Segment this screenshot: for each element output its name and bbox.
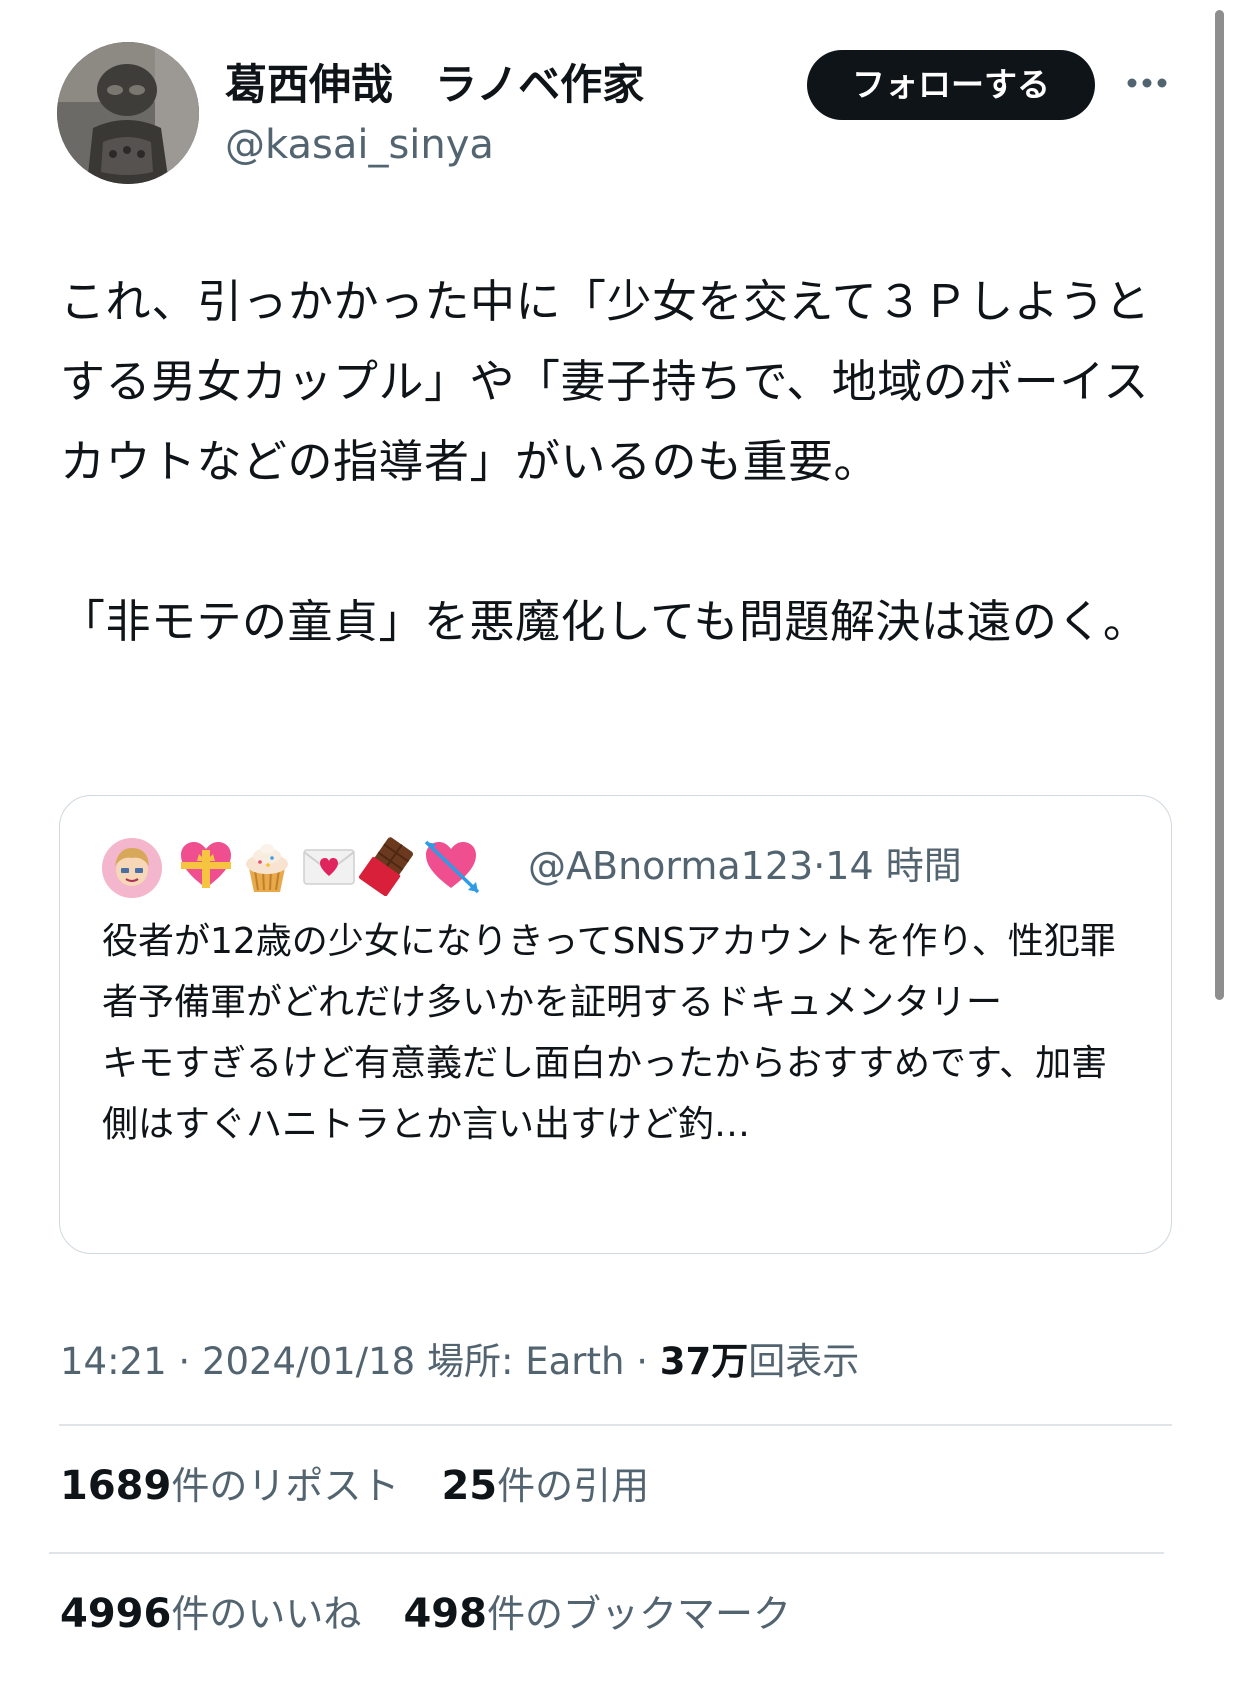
quoted-tweet-card[interactable]: @ABnorma123·14 時間 役者が12歳の少女になりきってSNSアカウン… (59, 795, 1172, 1254)
views-count: 37万 (659, 1340, 749, 1383)
tweet-date[interactable]: 2024/01/18 (202, 1340, 415, 1383)
follow-button[interactable]: フォローする (807, 50, 1095, 120)
heart-with-arrow-icon (424, 840, 480, 894)
likes-link[interactable]: 4996件のいいね (60, 1591, 362, 1637)
tweet-metadata: 14:21 · 2024/01/18 場所: Earth · 37万回表示 (60, 1332, 859, 1392)
quoted-tweet-text: 役者が12歳の少女になりきってSNSアカウントを作り、性犯罪者予備軍がどれだけ多… (102, 921, 1116, 1145)
quotes-count: 25 (441, 1463, 498, 1509)
quoted-author-handle[interactable]: @ABnorma123 (528, 844, 813, 888)
views-label: 回表示 (748, 1340, 860, 1383)
quoted-tweet-time[interactable]: 14 時間 (825, 844, 961, 888)
author-handle[interactable]: @kasai_sinya (225, 115, 494, 175)
more-horizontal-icon (1127, 78, 1167, 88)
tweet-text: これ、引っかかった中に「少女を交えて３Ｐしようとする男女カップル」や「妻子持ちで… (60, 275, 1151, 648)
engagement-stats-row: 4996件のいいね 498件のブックマーク (60, 1584, 821, 1644)
reposts-label: 件のリポスト (171, 1464, 400, 1508)
likes-count: 4996 (60, 1591, 172, 1637)
divider (49, 1552, 1164, 1554)
profile-photo-statue (57, 42, 199, 184)
quoted-author-meta: @ABnorma123·14 時間 (528, 836, 962, 896)
more-button[interactable] (1122, 63, 1172, 103)
avatar-icon (102, 838, 162, 898)
love-letter-icon (303, 849, 355, 885)
reposts-link[interactable]: 1689件のリポスト (60, 1463, 400, 1509)
meta-separator: · (813, 844, 826, 888)
bookmarks-count: 498 (403, 1591, 487, 1637)
likes-label: 件のいいね (171, 1592, 362, 1636)
quoted-author-avatar[interactable] (102, 838, 162, 898)
author-avatar[interactable] (57, 42, 199, 184)
scrollbar[interactable] (1215, 10, 1224, 1000)
chocolate-bar-icon (358, 837, 414, 896)
meta-separator: · (636, 1340, 648, 1383)
cupcake-icon (246, 844, 288, 892)
divider (59, 1424, 1172, 1426)
reposts-count: 1689 (60, 1463, 172, 1509)
author-display-name[interactable]: 葛西伸哉 ラノベ作家 (225, 55, 644, 115)
repost-stats-row: 1689件のリポスト 25件の引用 (60, 1456, 679, 1516)
quotes-label: 件の引用 (497, 1464, 650, 1508)
bookmarks-label: 件のブックマーク (486, 1592, 791, 1636)
bookmarks-link[interactable]: 498件のブックマーク (403, 1591, 791, 1637)
meta-separator: · (178, 1340, 191, 1383)
sparkling-heart-icon (181, 842, 231, 888)
quotes-link[interactable]: 25件の引用 (441, 1463, 650, 1509)
tweet-location: 場所: Earth (426, 1340, 625, 1383)
tweet-time[interactable]: 14:21 (60, 1340, 167, 1383)
